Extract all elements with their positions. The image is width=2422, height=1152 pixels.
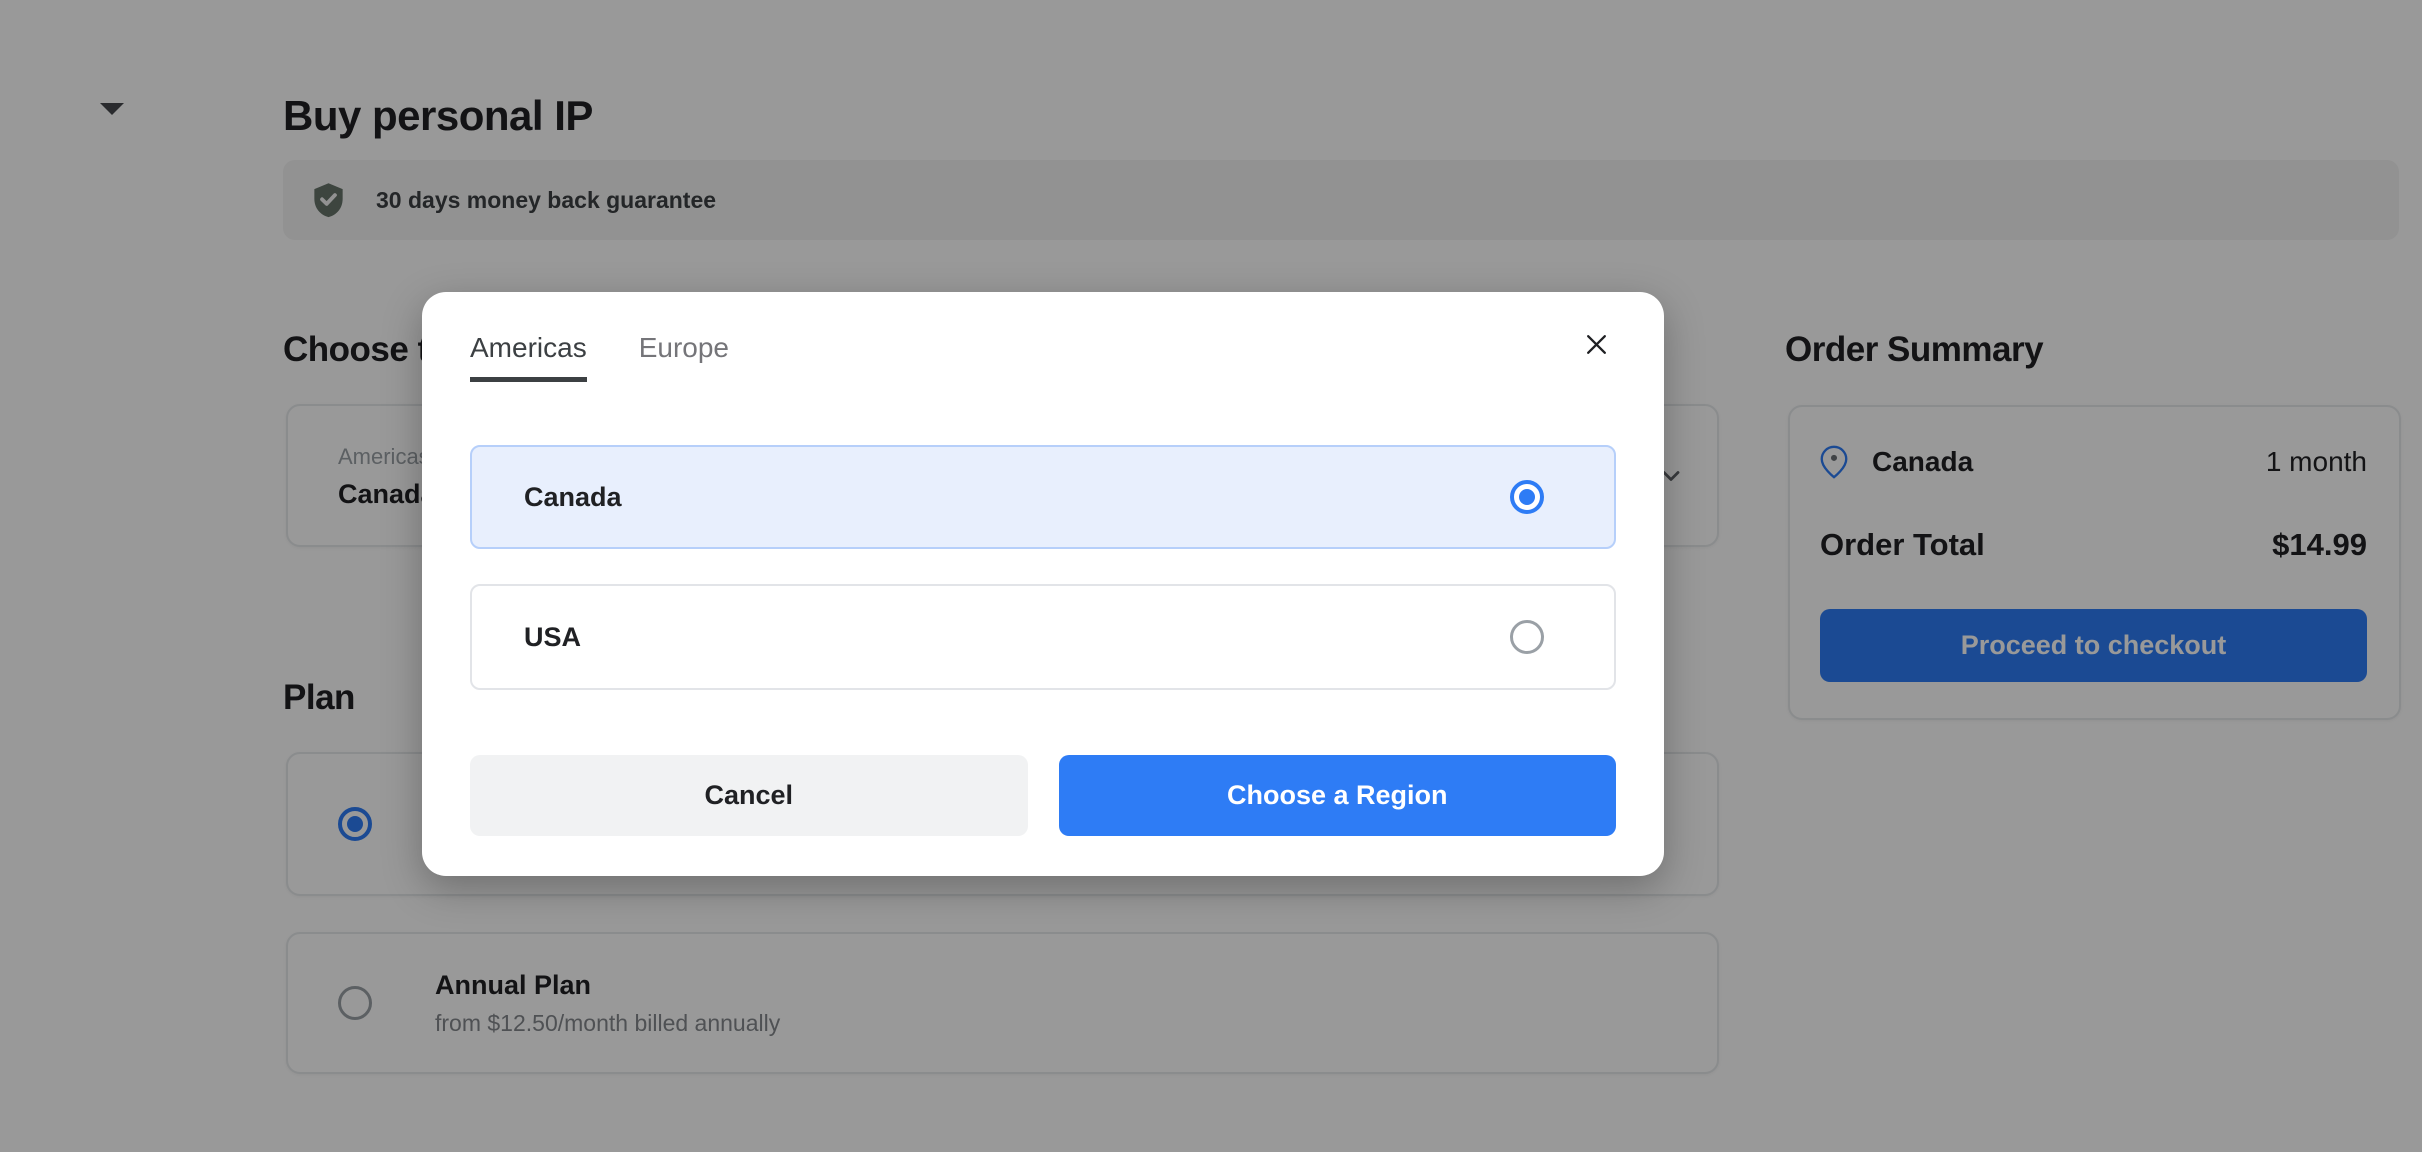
region-option-label: USA: [524, 622, 581, 653]
choose-a-region-button[interactable]: Choose a Region: [1059, 755, 1617, 836]
radio-selected[interactable]: [1510, 480, 1544, 514]
tab-americas[interactable]: Americas: [470, 332, 587, 382]
radio-unselected[interactable]: [1510, 620, 1544, 654]
close-icon[interactable]: [1572, 320, 1620, 368]
region-option-label: Canada: [524, 482, 622, 513]
tab-europe[interactable]: Europe: [639, 332, 729, 377]
region-option-usa[interactable]: USA: [470, 584, 1616, 690]
modal-actions: Cancel Choose a Region: [470, 755, 1616, 836]
cancel-button[interactable]: Cancel: [470, 755, 1028, 836]
region-option-canada[interactable]: Canada: [470, 445, 1616, 549]
choose-region-modal: Americas Europe Canada USA Cancel Choose…: [422, 292, 1664, 876]
region-tabs: Americas Europe: [470, 332, 1616, 382]
